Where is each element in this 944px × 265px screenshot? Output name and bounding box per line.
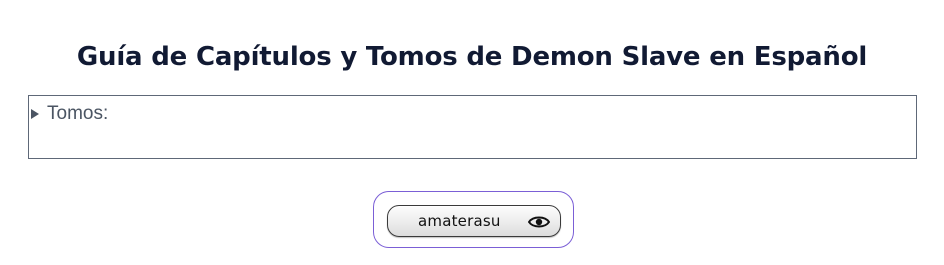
page-title: Guía de Capítulos y Tomos de Demon Slave… [76,42,868,72]
username-label: amaterasu [418,212,501,230]
user-badge-frame: amaterasu [373,191,574,248]
volumes-details: Tomos: [28,95,917,159]
volumes-summary-toggle[interactable]: Tomos: [31,102,108,126]
eye-icon [527,214,551,228]
disclosure-triangle-icon [31,109,39,119]
user-badge-button[interactable]: amaterasu [387,205,561,237]
volumes-summary-label: Tomos: [47,103,109,124]
